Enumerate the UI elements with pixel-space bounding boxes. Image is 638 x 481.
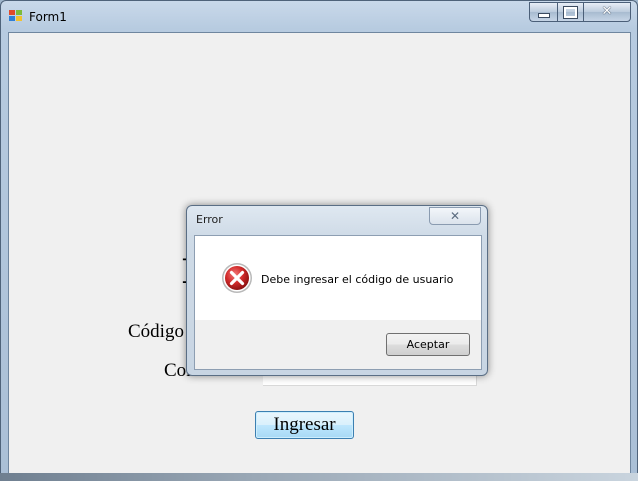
close-icon: ✕: [601, 4, 613, 19]
form-app-icon[interactable]: [9, 10, 23, 22]
dialog-title: Error: [196, 213, 223, 226]
codigo-label: Código: [128, 321, 184, 342]
caption-buttons: ✕: [529, 2, 631, 22]
dialog-body: Debe ingresar el código de usuario Acept…: [194, 235, 482, 370]
error-dialog: Error ✕ Debe ingresar el código de usuar…: [186, 205, 488, 376]
maximize-button[interactable]: [557, 2, 583, 22]
dialog-close-button[interactable]: ✕: [429, 207, 481, 225]
close-icon: ✕: [449, 209, 461, 223]
title-bar[interactable]: Form1 ✕: [1, 1, 637, 31]
taskbar-strip: [0, 473, 638, 481]
dialog-message-area: Debe ingresar el código de usuario: [195, 236, 481, 320]
maximize-icon: [563, 5, 578, 19]
window-title: Form1: [29, 10, 67, 24]
error-message: Debe ingresar el código de usuario: [261, 273, 454, 286]
close-button[interactable]: ✕: [583, 2, 631, 22]
minimize-icon: [537, 12, 550, 18]
minimize-button[interactable]: [529, 2, 557, 22]
aceptar-button[interactable]: Aceptar: [386, 333, 470, 356]
contrasena-input[interactable]: [263, 375, 477, 386]
error-icon: [222, 263, 252, 293]
ingresar-button[interactable]: Ingresar: [255, 411, 354, 439]
